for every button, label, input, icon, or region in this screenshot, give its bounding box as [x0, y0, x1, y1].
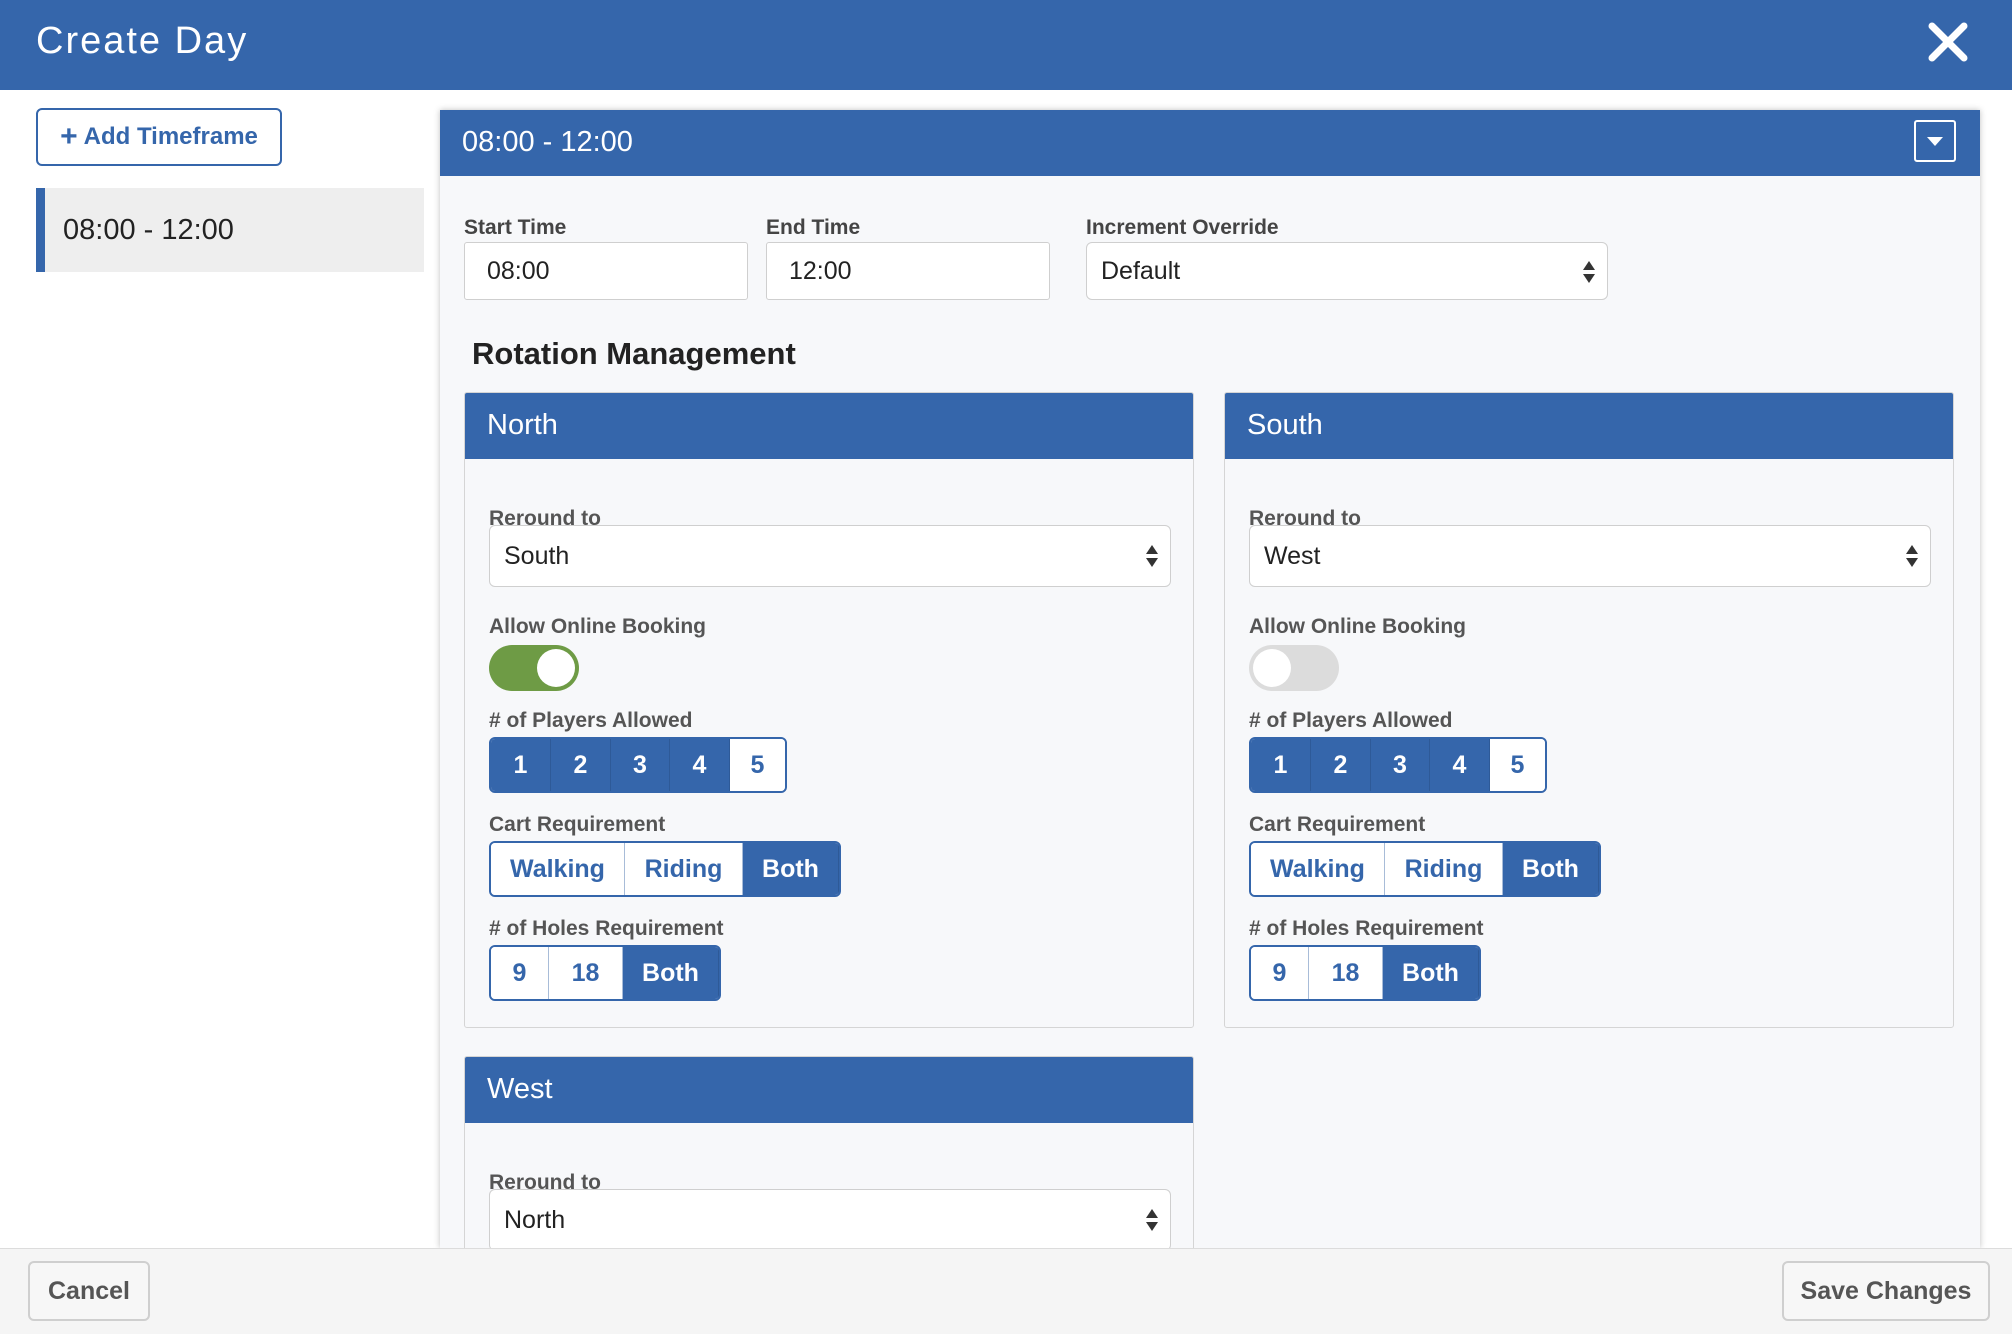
- players-option-1[interactable]: 1: [491, 739, 551, 791]
- select-arrows-icon: [1906, 545, 1918, 569]
- holes-option-9[interactable]: 9: [491, 947, 549, 999]
- holes-selector: 9 18 Both: [1249, 945, 1481, 1001]
- cart-option-riding[interactable]: Riding: [1385, 843, 1503, 895]
- timeframe-panel-header: 08:00 - 12:00: [440, 110, 1980, 176]
- cart-option-both[interactable]: Both: [743, 843, 839, 895]
- add-timeframe-button[interactable]: + Add Timeframe: [36, 108, 282, 166]
- end-time-value: 12:00: [789, 256, 852, 285]
- reround-select[interactable]: West: [1249, 525, 1931, 587]
- modal-footer: Cancel Save Changes: [0, 1248, 2012, 1334]
- holes-label: # of Holes Requirement: [489, 917, 724, 940]
- holes-option-both[interactable]: Both: [1383, 947, 1479, 999]
- timeframe-item[interactable]: 08:00 - 12:00: [36, 188, 424, 272]
- online-booking-label: Allow Online Booking: [489, 615, 706, 638]
- start-time-input[interactable]: 08:00: [464, 242, 748, 300]
- holes-option-18[interactable]: 18: [1309, 947, 1383, 999]
- close-icon[interactable]: [1924, 18, 1972, 66]
- online-booking-toggle[interactable]: [1249, 645, 1339, 691]
- cart-option-both[interactable]: Both: [1503, 843, 1599, 895]
- increment-override-value: Default: [1101, 256, 1181, 285]
- cart-option-walking[interactable]: Walking: [1251, 843, 1385, 895]
- course-panel-header: North: [465, 393, 1193, 459]
- players-selector: 1 2 3 4 5: [489, 737, 787, 793]
- increment-override-label: Increment Override: [1086, 216, 1279, 239]
- select-arrows-icon: [1146, 545, 1158, 569]
- players-option-4[interactable]: 4: [1430, 739, 1490, 791]
- holes-selector: 9 18 Both: [489, 945, 721, 1001]
- start-time-value: 08:00: [487, 256, 550, 285]
- modal-title: Create Day: [36, 20, 249, 62]
- players-option-2[interactable]: 2: [551, 739, 611, 791]
- cart-label: Cart Requirement: [489, 813, 666, 836]
- course-name: South: [1247, 409, 1323, 441]
- start-time-label: Start Time: [464, 216, 567, 239]
- players-label: # of Players Allowed: [1249, 709, 1453, 732]
- cart-selector: Walking Riding Both: [1249, 841, 1601, 897]
- course-name: North: [487, 409, 558, 441]
- players-option-4[interactable]: 4: [670, 739, 730, 791]
- reround-value: North: [504, 1205, 566, 1234]
- reround-select[interactable]: South: [489, 525, 1171, 587]
- players-label: # of Players Allowed: [489, 709, 693, 732]
- toggle-knob: [1253, 649, 1291, 687]
- course-panel-west: West Reround to North: [464, 1056, 1194, 1248]
- reround-value: South: [504, 541, 570, 570]
- collapse-dropdown-icon[interactable]: [1914, 120, 1956, 162]
- reround-value: West: [1264, 541, 1321, 570]
- plus-icon: +: [60, 120, 78, 153]
- players-option-5[interactable]: 5: [730, 739, 785, 791]
- cart-option-walking[interactable]: Walking: [491, 843, 625, 895]
- holes-option-9[interactable]: 9: [1251, 947, 1309, 999]
- holes-label: # of Holes Requirement: [1249, 917, 1484, 940]
- course-panel-north: North Reround to South Allow Online Book…: [464, 392, 1194, 1028]
- course-panel-south: South Reround to West Allow Online Booki…: [1224, 392, 1954, 1028]
- course-panel-header: West: [465, 1057, 1193, 1123]
- end-time-input[interactable]: 12:00: [766, 242, 1050, 300]
- end-time-label: End Time: [766, 216, 861, 239]
- save-changes-button[interactable]: Save Changes: [1782, 1261, 1990, 1321]
- course-name: West: [487, 1073, 553, 1105]
- rotation-management-title: Rotation Management: [472, 336, 796, 371]
- holes-option-both[interactable]: Both: [623, 947, 719, 999]
- players-option-1[interactable]: 1: [1251, 739, 1311, 791]
- select-arrows-icon: [1583, 261, 1595, 285]
- online-booking-toggle[interactable]: [489, 645, 579, 691]
- online-booking-label: Allow Online Booking: [1249, 615, 1466, 638]
- cart-option-riding[interactable]: Riding: [625, 843, 743, 895]
- reround-select[interactable]: North: [489, 1189, 1171, 1248]
- increment-override-select[interactable]: Default: [1086, 242, 1608, 300]
- cart-label: Cart Requirement: [1249, 813, 1426, 836]
- add-timeframe-label: Add Timeframe: [83, 123, 258, 150]
- modal-header: Create Day: [0, 0, 2012, 90]
- select-arrows-icon: [1146, 1209, 1158, 1233]
- course-panel-header: South: [1225, 393, 1953, 459]
- players-option-5[interactable]: 5: [1490, 739, 1545, 791]
- timeframe-sidebar: + Add Timeframe 08:00 - 12:00: [0, 90, 440, 1248]
- timeframe-panel-title: 08:00 - 12:00: [462, 126, 633, 158]
- holes-option-18[interactable]: 18: [549, 947, 623, 999]
- players-selector: 1 2 3 4 5: [1249, 737, 1547, 793]
- players-option-3[interactable]: 3: [611, 739, 670, 791]
- cart-selector: Walking Riding Both: [489, 841, 841, 897]
- timeframe-panel: 08:00 - 12:00 Start Time 08:00 End Time …: [440, 110, 1980, 1248]
- players-option-3[interactable]: 3: [1371, 739, 1430, 791]
- players-option-2[interactable]: 2: [1311, 739, 1371, 791]
- toggle-knob: [537, 649, 575, 687]
- timeframe-item-label: 08:00 - 12:00: [63, 213, 234, 246]
- cancel-button[interactable]: Cancel: [28, 1261, 150, 1321]
